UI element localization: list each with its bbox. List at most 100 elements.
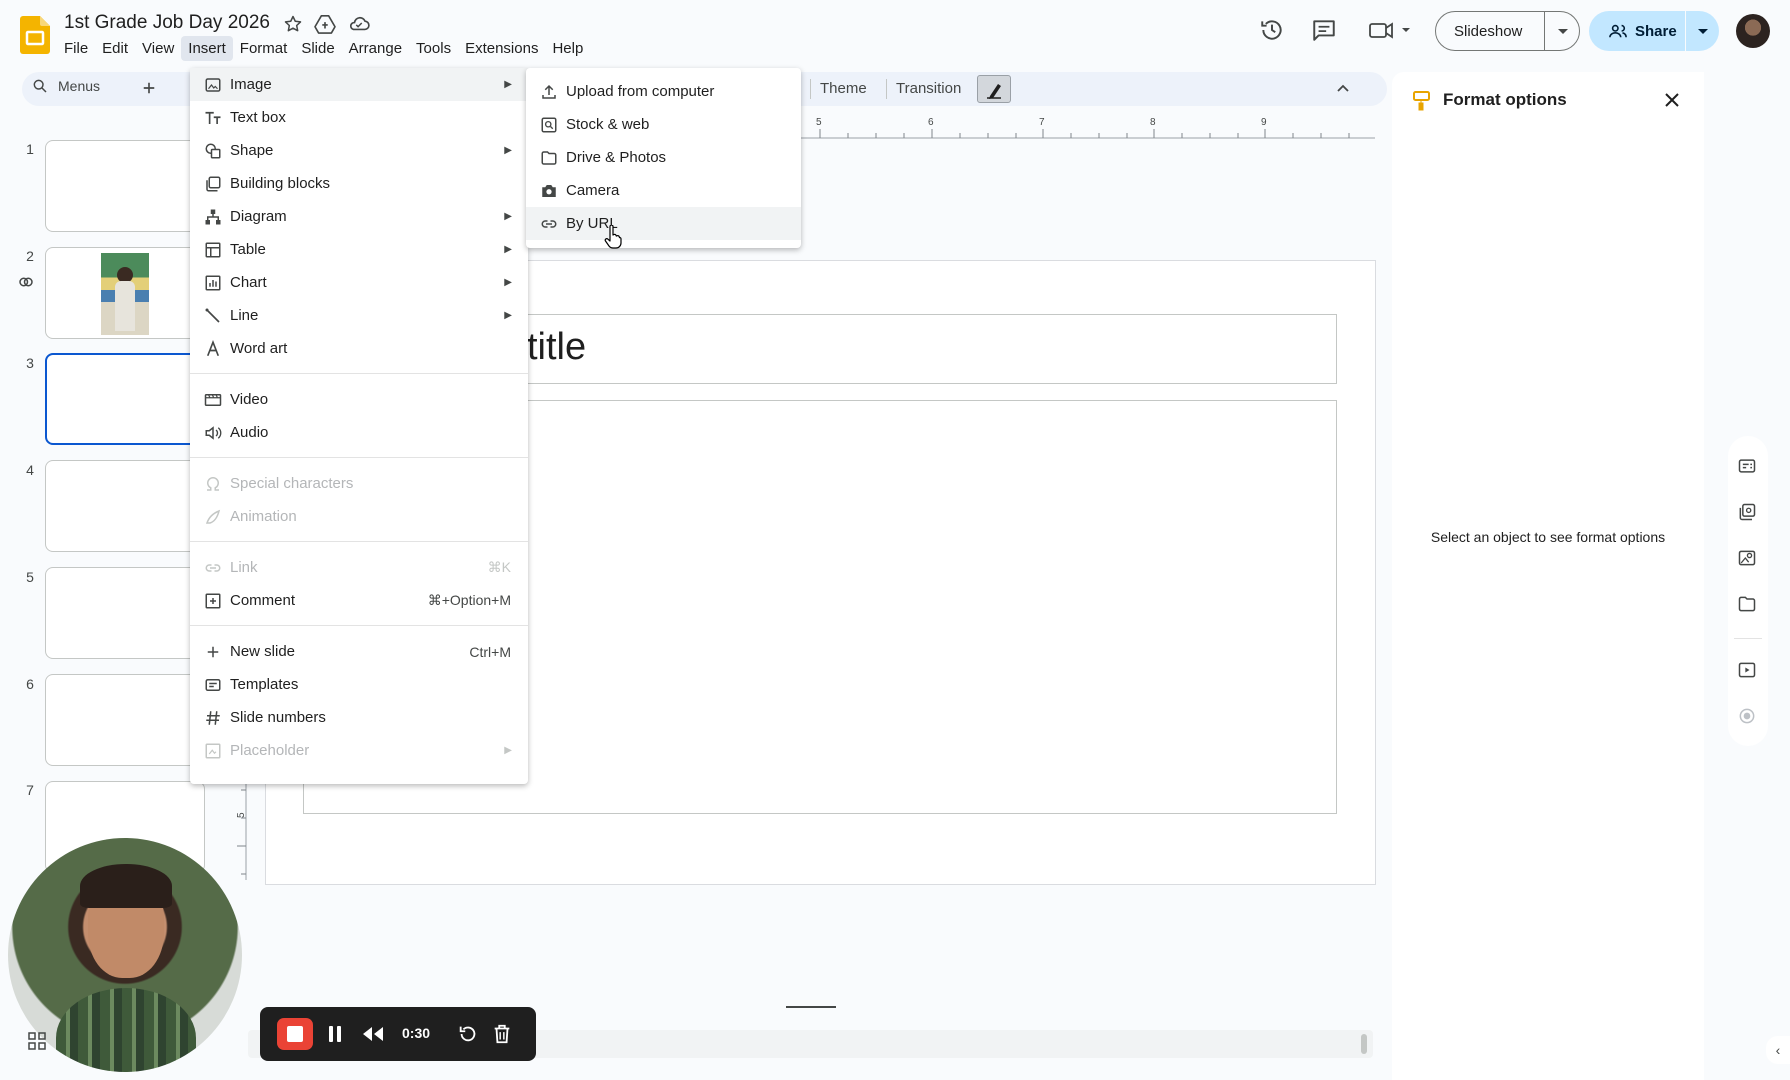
play-in-box-icon[interactable] [1737,660,1759,682]
menu-item-comment[interactable]: Comment ⌘+Option+M [190,584,528,617]
speaker-notes-resize-handle[interactable] [786,1006,836,1008]
trash-icon[interactable] [491,1023,513,1045]
scrollbar-thumb[interactable] [1361,1034,1367,1054]
restart-icon[interactable] [457,1023,479,1045]
rewind-icon[interactable] [360,1023,386,1045]
submenu-item-camera[interactable]: Camera [526,174,801,207]
menu-item-animation: Animation [190,500,528,533]
vertical-ruler[interactable]: 5 [233,770,247,880]
submenu-item-label: Drive & Photos [566,149,667,166]
close-icon[interactable] [1662,90,1682,110]
menu-item-line[interactable]: Line ▶ [190,299,528,332]
meet-camera-icon[interactable] [1368,17,1416,45]
menu-item-diagram[interactable]: Diagram ▶ [190,200,528,233]
menu-item-audio[interactable]: Audio [190,416,528,449]
omega-icon [204,475,222,493]
theme-button[interactable]: Theme [820,80,867,97]
slide-number: 7 [26,782,34,798]
people-icon [1609,23,1627,39]
folder-icon [540,149,558,167]
menu-tools[interactable]: Tools [409,36,458,61]
comments-icon[interactable] [1311,17,1339,45]
side-panel-rail [1728,436,1768,746]
slide-thumbnail[interactable] [45,460,205,552]
document-title[interactable]: 1st Grade Job Day 2026 [64,12,270,34]
camera-icon [540,182,558,200]
slide-number: 1 [26,141,34,157]
menu-item-label: Chart [230,274,267,291]
menu-arrange[interactable]: Arrange [342,36,409,61]
menu-item-shape[interactable]: Shape ▶ [190,134,528,167]
submenu-item-drive-and-photos[interactable]: Drive & Photos [526,141,801,174]
menu-insert[interactable]: Insert [181,36,233,61]
slide-thumbnail[interactable] [45,140,205,232]
stop-recording-button[interactable] [277,1018,313,1050]
menu-item-new-slide[interactable]: New slide Ctrl+M [190,635,528,668]
transition-button[interactable]: Transition [896,80,961,97]
ruler-label: 7 [1039,117,1045,128]
slide-number: 2 [26,248,34,264]
menu-view[interactable]: View [135,36,181,61]
show-side-panel-chevron-icon[interactable]: ‹ [1766,1036,1790,1064]
menu-help[interactable]: Help [545,36,590,61]
building-blocks-icon[interactable] [1737,502,1759,524]
submenu-item-stock-and-web[interactable]: Stock & web [526,108,801,141]
menu-item-label: Word art [230,340,288,357]
recording-timer: 0:30 [402,1025,431,1041]
menu-item-label: Image [230,76,272,93]
menu-item-text-box[interactable]: Text box [190,101,528,134]
slide-thumbnail-selected[interactable] [45,353,205,445]
slide-thumbnail[interactable] [45,567,205,659]
menu-slide[interactable]: Slide [294,36,341,61]
move-to-drive-icon[interactable] [314,14,336,36]
star-icon[interactable] [283,14,305,36]
app-header: 1st Grade Job Day 2026 File Edit View In… [0,0,1790,68]
building-blocks-icon [204,175,222,193]
animation-icon [204,508,222,526]
menu-item-image[interactable]: Image ▶ [190,68,528,101]
image-person-icon[interactable] [1737,548,1759,570]
pause-icon[interactable] [324,1023,346,1045]
rail-divider [1734,638,1762,639]
menu-item-shortcut: ⌘K [487,559,511,575]
submenu-arrow-icon: ▶ [504,244,512,255]
menu-item-label: Link [230,559,258,576]
menu-item-table[interactable]: Table ▶ [190,233,528,266]
menus-search-button[interactable]: Menus [32,78,100,94]
menu-item-slide-numbers[interactable]: Slide numbers [190,701,528,734]
horizontal-ruler[interactable]: 5 6 7 8 9 [700,115,1375,139]
menu-item-templates[interactable]: Templates [190,668,528,701]
slideshow-button[interactable]: Slideshow [1436,23,1544,40]
share-options-chevron-icon[interactable] [1686,26,1710,36]
stop-square-icon [287,1026,303,1042]
menu-item-chart[interactable]: Chart ▶ [190,266,528,299]
version-history-icon[interactable] [1259,17,1287,45]
menu-item-video[interactable]: Video [190,383,528,416]
slide-thumbnail[interactable] [45,247,205,339]
speaker-notes-icon[interactable] [1737,456,1759,478]
menu-item-label: Shape [230,142,274,159]
audio-icon [204,424,222,442]
account-avatar[interactable] [1736,14,1770,48]
menu-edit[interactable]: Edit [95,36,135,61]
menus-search-label: Menus [58,78,101,94]
new-slide-plus-icon[interactable] [140,79,158,97]
slide-thumbnail[interactable] [45,674,205,766]
share-button[interactable]: Share [1589,23,1685,40]
submenu-item-upload-from-computer[interactable]: Upload from computer [526,75,801,108]
menu-item-word-art[interactable]: Word art [190,332,528,365]
collapse-toolbar-chevron-icon[interactable] [1335,81,1351,97]
record-radio-icon[interactable] [1737,706,1759,728]
apps-grid-icon[interactable] [28,1032,46,1050]
folder-icon[interactable] [1737,594,1759,616]
gemini-pen-icon[interactable] [977,75,1011,103]
menu-extensions[interactable]: Extensions [458,36,545,61]
slides-logo-icon[interactable] [20,16,50,54]
menu-bar: File Edit View Insert Format Slide Arran… [57,36,590,61]
menu-file[interactable]: File [57,36,95,61]
submenu-item-by-url[interactable]: By URL [526,207,801,240]
menu-format[interactable]: Format [233,36,295,61]
cloud-saved-icon[interactable] [348,14,370,36]
menu-item-building-blocks[interactable]: Building blocks [190,167,528,200]
slideshow-options-chevron-icon[interactable] [1545,26,1570,36]
